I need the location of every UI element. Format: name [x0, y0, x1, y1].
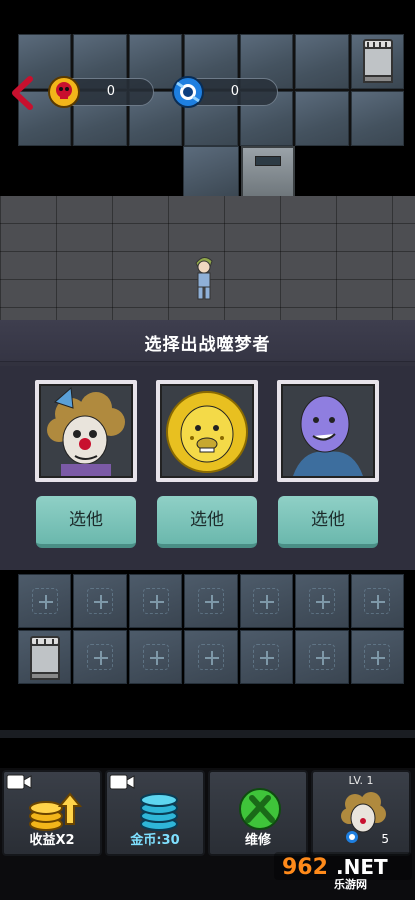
- gem-currency-value: 0: [230, 84, 239, 99]
- blue-gem-icon: [346, 831, 358, 843]
- candidate-card-lion[interactable]: [156, 380, 258, 482]
- metal-door[interactable]: [241, 146, 295, 198]
- bed-slot[interactable]: [18, 630, 72, 684]
- empty-build-slot[interactable]: [295, 630, 349, 684]
- select-clown-button[interactable]: 选他: [36, 496, 136, 548]
- plus-icon: [364, 588, 391, 614]
- plus-icon: [142, 644, 169, 670]
- plus-icon: [197, 644, 224, 670]
- clown-avatar-icon: [341, 792, 386, 833]
- plus-icon: [364, 644, 391, 670]
- room-grid-area: [0, 570, 415, 770]
- empty-build-slot[interactable]: [184, 630, 238, 684]
- plus-icon: [253, 588, 280, 614]
- empty-build-slot[interactable]: [18, 574, 72, 628]
- empty-build-slot[interactable]: [239, 574, 294, 628]
- gold-coins-up-icon: [29, 792, 82, 831]
- blue-coins-icon: [140, 793, 178, 831]
- empty-build-slot[interactable]: [184, 574, 238, 628]
- lion-portrait: [162, 386, 252, 476]
- character-count: 5: [381, 832, 389, 846]
- room-map: 0 0: [0, 0, 415, 200]
- character-level-button[interactable]: LV. 1 5: [311, 770, 411, 856]
- build-slot-grid: [18, 574, 404, 684]
- blue-gem-icon: [172, 76, 204, 108]
- select-bald-man-button[interactable]: 选他: [278, 496, 378, 548]
- empty-build-slot[interactable]: [73, 574, 127, 628]
- watermark-text: 乐游网: [334, 878, 367, 891]
- back-arrow-icon[interactable]: [8, 76, 38, 110]
- player-character[interactable]: [192, 253, 216, 301]
- skull-coin-icon: [48, 76, 80, 108]
- bed-icon[interactable]: [360, 38, 396, 84]
- room-tile: [295, 91, 349, 146]
- plus-icon: [87, 588, 114, 614]
- candidate-card-bald-man[interactable]: [277, 380, 379, 482]
- bald-man-portrait: [283, 386, 373, 476]
- empty-build-slot[interactable]: [350, 630, 404, 684]
- panel-header: 选择出战噬梦者: [0, 320, 415, 362]
- gold-coins-label: 金币:30: [130, 833, 180, 848]
- level-label: LV. 1: [348, 774, 374, 787]
- empty-build-slot[interactable]: [128, 630, 183, 684]
- empty-build-slot[interactable]: [350, 574, 404, 628]
- room-tile: [295, 34, 349, 89]
- empty-build-slot[interactable]: [128, 574, 183, 628]
- select-lion-button[interactable]: 选他: [157, 496, 257, 548]
- video-camera-icon: [6, 774, 32, 790]
- room-tile: [350, 91, 404, 146]
- repair-label: 维修: [244, 833, 271, 848]
- skull-currency-value: 0: [106, 84, 115, 99]
- plus-icon: [87, 644, 114, 670]
- candidate-card-clown[interactable]: [35, 380, 137, 482]
- skull-currency-counter: 0: [48, 76, 154, 108]
- repair-button[interactable]: 维修: [208, 770, 308, 856]
- plus-icon: [253, 644, 280, 670]
- empty-build-slot[interactable]: [295, 574, 349, 628]
- double-income-button[interactable]: 收益X2: [2, 770, 102, 856]
- empty-build-slot[interactable]: [239, 630, 294, 684]
- video-camera-icon: [109, 774, 135, 790]
- plus-icon: [142, 588, 169, 614]
- room-tile: [183, 146, 239, 198]
- clown-portrait: [41, 386, 131, 476]
- empty-build-slot[interactable]: [73, 630, 127, 684]
- plus-icon: [308, 644, 335, 670]
- bed-icon: [30, 636, 60, 680]
- wrench-icon: [239, 788, 281, 830]
- plus-icon: [197, 588, 224, 614]
- plus-icon: [308, 588, 335, 614]
- svg-text:962: 962: [282, 855, 328, 880]
- gold-coins-button[interactable]: 金币:30: [105, 770, 205, 856]
- plus-icon: [31, 588, 58, 614]
- gem-currency-counter: 0: [172, 76, 278, 108]
- floor-strip: [0, 730, 415, 738]
- panel-title: 选择出战噬梦者: [144, 335, 271, 355]
- double-income-label: 收益X2: [29, 833, 75, 848]
